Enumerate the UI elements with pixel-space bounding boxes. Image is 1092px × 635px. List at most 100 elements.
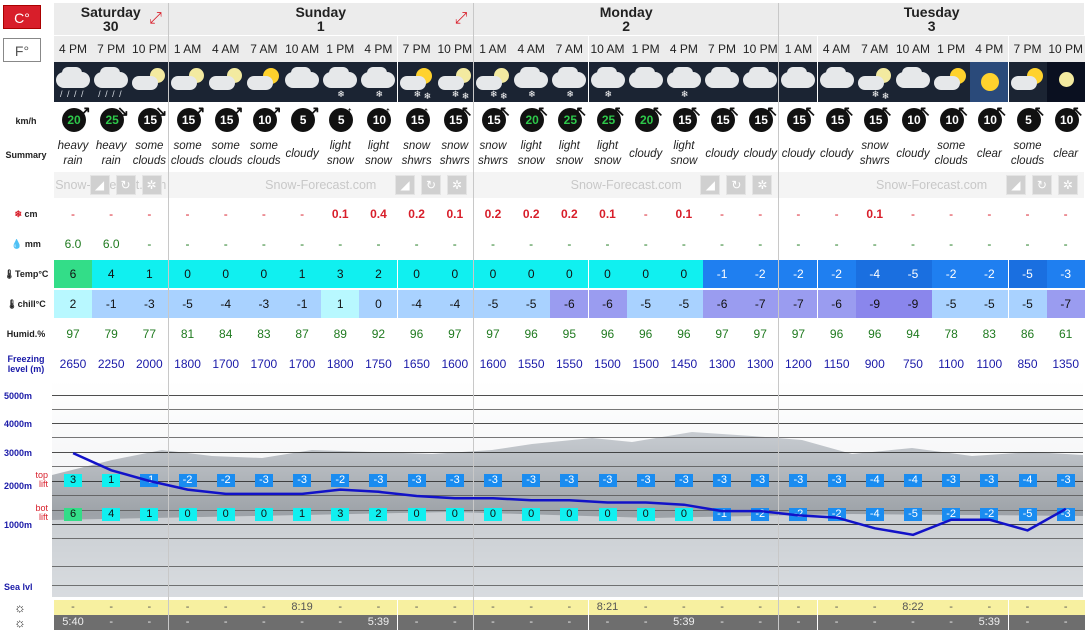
snow-map-icon[interactable]: ✲ <box>1057 175 1078 195</box>
refresh-icon[interactable]: ↻ <box>115 175 136 195</box>
summary-text: cloudy <box>819 147 854 160</box>
wind-direction-arrow-icon: ↖ <box>804 103 817 119</box>
wind-indicator: 10 ↖ <box>970 103 1008 135</box>
humidity-row-label: Humid.% <box>6 329 46 339</box>
snowflake-icon: ❄ <box>528 89 536 99</box>
time-label: 4 AM <box>817 36 856 62</box>
wind-chill: 0 <box>359 290 398 318</box>
sunrise-value: 8:19 <box>283 600 322 615</box>
share-icon[interactable]: ◢ <box>1005 175 1026 195</box>
rain-drop-icon: / <box>98 89 101 99</box>
rain-amount: - <box>261 237 266 251</box>
sunset-value: - <box>244 615 283 630</box>
sunset-value: - <box>932 615 971 630</box>
snow-map-icon[interactable]: ✲ <box>446 175 467 195</box>
wind-chill: -6 <box>550 290 589 318</box>
wind-chill: -6 <box>703 290 742 318</box>
sunset-value: - <box>893 615 932 630</box>
wind-direction-arrow-icon: ↗ <box>231 103 244 119</box>
freezing-level: 850 <box>1017 357 1038 371</box>
temperature: -1 <box>703 260 742 288</box>
cloud-icon <box>62 67 82 79</box>
moon-icon <box>1058 72 1074 87</box>
snowflake-icon: ❄ <box>461 91 470 101</box>
wind-indicator: 15 ↑ <box>398 103 436 135</box>
wind-direction-arrow-icon: ↖ <box>728 103 740 119</box>
share-icon[interactable]: ◢ <box>394 175 415 195</box>
wind-indicator: 15 ↖ <box>436 103 474 135</box>
weather-icon <box>970 62 1009 102</box>
day-date: 3 <box>927 18 936 34</box>
snowflake-icon: ❄ <box>871 89 880 99</box>
freezing-level: 1450 <box>670 357 698 371</box>
time-label: 4 PM <box>970 36 1009 62</box>
weather-icon: ❄ ❄ <box>435 62 474 102</box>
rain-drop-icon: / <box>81 89 84 99</box>
snow-amount: - <box>1063 207 1068 221</box>
humidity: 96 <box>639 327 653 341</box>
snow-amount: - <box>223 207 228 221</box>
rain-drop-icon: / <box>112 89 115 99</box>
rain-amount: - <box>720 237 725 251</box>
freezing-level: 1350 <box>1052 357 1080 371</box>
sunset-value: - <box>855 615 894 630</box>
sunset-value: - <box>779 615 818 630</box>
wind-chill: 1 <box>321 290 360 318</box>
cloud-icon <box>367 67 388 79</box>
humidity: 96 <box>409 327 424 341</box>
freezing-level: 1500 <box>594 357 621 371</box>
alt-4000: 4000m <box>4 419 33 429</box>
share-icon[interactable]: ◢ <box>700 175 721 195</box>
freezing-level: 1500 <box>632 357 660 371</box>
temperature: 6 <box>54 260 92 288</box>
snow-amount: - <box>300 207 305 221</box>
freezing-level: 1550 <box>517 357 545 371</box>
wind-row-label: km/h <box>15 116 37 126</box>
cloud-icon <box>399 76 426 90</box>
rain-amount: - <box>1063 237 1068 251</box>
summary-text: light snow <box>326 140 354 167</box>
sunset-value: - <box>473 615 512 630</box>
humidity: 78 <box>944 327 958 341</box>
sunset-value: - <box>397 615 436 630</box>
sunrise-value: - <box>779 600 818 615</box>
refresh-icon[interactable]: ↻ <box>1031 175 1052 195</box>
freezing-level: 1650 <box>403 357 430 371</box>
wind-indicator: 20 ↖ <box>512 103 550 135</box>
temperature: 0 <box>244 260 283 288</box>
snow-amount: 0.2 <box>484 207 502 221</box>
wind-indicator: 15 ↖ <box>703 103 741 135</box>
expand-day-icon[interactable]: ⤢ <box>147 10 165 28</box>
refresh-icon[interactable]: ↻ <box>726 175 747 195</box>
cloud-icon <box>246 76 273 90</box>
humidity: 95 <box>562 327 576 341</box>
fahrenheit-toggle[interactable]: F° <box>3 38 41 62</box>
expand-day-icon[interactable]: ⤢ <box>452 10 470 28</box>
wind-chill: 2 <box>54 290 92 318</box>
snow-amount: - <box>949 207 954 221</box>
wind-direction-arrow-icon: ↖ <box>995 103 1008 119</box>
temperature: 0 <box>168 260 207 288</box>
summary-text: some clouds <box>170 140 205 167</box>
temperature: -2 <box>779 260 818 288</box>
sun-icon <box>981 73 1000 91</box>
snow-map-icon[interactable]: ✲ <box>752 175 773 195</box>
time-label: 4 AM <box>512 36 551 62</box>
snow-amount: - <box>834 207 839 221</box>
snow-map-icon[interactable]: ✲ <box>141 175 162 195</box>
sunset-value: - <box>550 615 589 630</box>
snowflake-icon: ❄ <box>413 89 422 99</box>
snow-amount: 0.2 <box>522 207 540 221</box>
weather-icon: ❄ ❄ <box>397 62 436 102</box>
summary-text: some clouds <box>934 140 968 167</box>
cloud-icon <box>1010 76 1037 90</box>
wind-chill: -6 <box>817 290 856 318</box>
refresh-icon[interactable]: ↻ <box>420 175 441 195</box>
celsius-toggle[interactable]: C° <box>3 5 41 29</box>
share-icon[interactable]: ◢ <box>89 175 110 195</box>
summary-text: snow shwrs <box>439 140 470 167</box>
freezing-level-line <box>72 451 1067 537</box>
weather-icon: ❄ ❄ <box>855 62 894 102</box>
snow-row-label: ❄ cm <box>14 209 38 219</box>
snow-amount: - <box>720 207 725 221</box>
